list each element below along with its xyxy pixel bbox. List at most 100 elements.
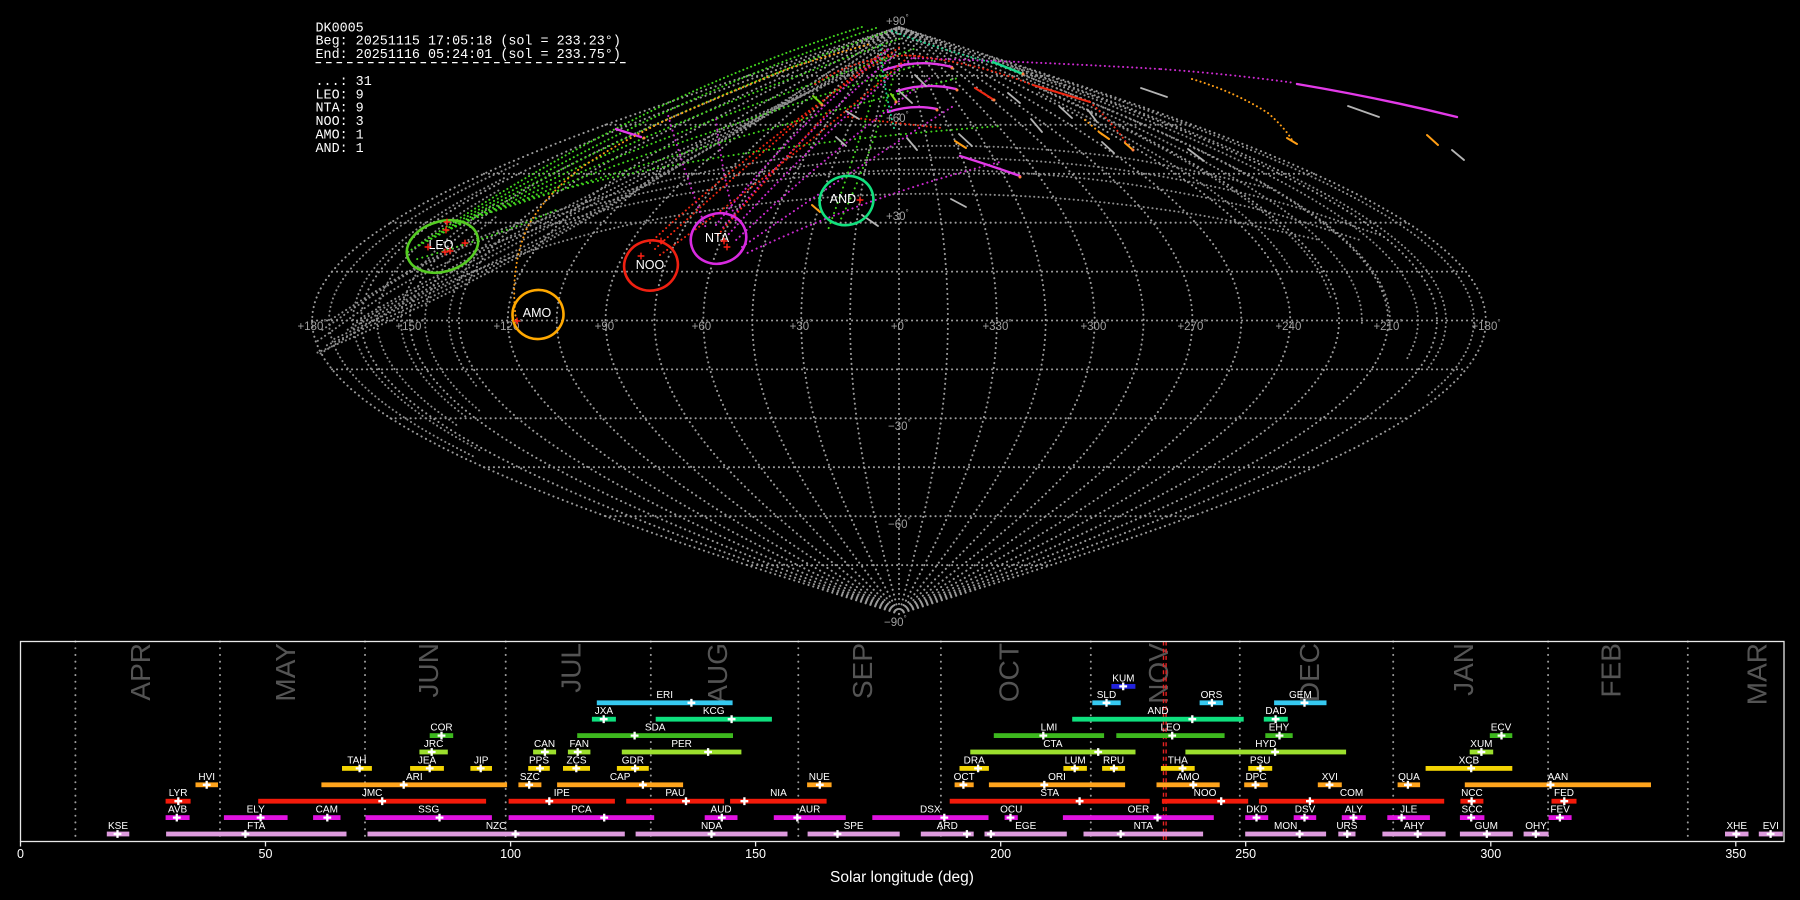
svg-text:+90°: +90°: [595, 318, 618, 333]
svg-text:AAN: AAN: [1548, 772, 1569, 783]
svg-text:APR: APR: [125, 643, 156, 701]
svg-text:NZC: NZC: [486, 821, 507, 832]
svg-text:SCC: SCC: [1462, 805, 1483, 816]
svg-text:COR: COR: [430, 723, 452, 734]
svg-text:STA: STA: [1040, 788, 1059, 799]
svg-text:+300°: +300°: [1080, 318, 1109, 333]
svg-text:LMI: LMI: [1041, 723, 1058, 734]
svg-text:Solar longitude (deg): Solar longitude (deg): [830, 869, 974, 886]
svg-text:PPS: PPS: [529, 755, 549, 766]
svg-text:TAH: TAH: [347, 755, 366, 766]
svg-text:JUN: JUN: [413, 643, 444, 697]
svg-text:NOO: NOO: [1194, 788, 1217, 799]
svg-text:DPC: DPC: [1245, 772, 1266, 783]
svg-text:ELY: ELY: [247, 805, 265, 816]
svg-text:+30°: +30°: [790, 318, 813, 333]
svg-text:ERI: ERI: [656, 690, 673, 701]
svg-text:CAN: CAN: [534, 739, 555, 750]
svg-text:IPE: IPE: [554, 788, 570, 799]
svg-text:COM: COM: [1340, 788, 1363, 799]
svg-text:OCT: OCT: [993, 643, 1024, 702]
svg-text:AMO: AMO: [1177, 772, 1200, 783]
svg-text:GDR: GDR: [622, 755, 644, 766]
svg-text:DSV: DSV: [1295, 805, 1316, 816]
svg-text:ALY: ALY: [1345, 805, 1363, 816]
svg-text:AUG: AUG: [702, 643, 733, 704]
svg-text:OCT: OCT: [954, 772, 975, 783]
svg-text:MAR: MAR: [1742, 643, 1773, 705]
svg-text:AND: AND: [1147, 706, 1168, 717]
svg-text:KSE: KSE: [108, 821, 128, 832]
svg-text:+90°: +90°: [886, 13, 909, 28]
svg-text:End: 20251116 05:24:01 (sol =: End: 20251116 05:24:01 (sol = 233.75°): [316, 48, 621, 63]
svg-text:GUM: GUM: [1475, 821, 1498, 832]
svg-text:AUD: AUD: [711, 805, 732, 816]
svg-text:URS: URS: [1336, 821, 1357, 832]
svg-text:SLD: SLD: [1097, 690, 1116, 701]
svg-text:FED: FED: [1554, 788, 1574, 799]
svg-text:RPU: RPU: [1103, 755, 1124, 766]
svg-text:JXA: JXA: [595, 706, 614, 717]
svg-text:JMC: JMC: [362, 788, 383, 799]
svg-text:CTA: CTA: [1043, 739, 1063, 750]
svg-text:NOV: NOV: [1143, 643, 1174, 704]
svg-text:+210°: +210°: [1373, 318, 1402, 333]
svg-text:FTA: FTA: [247, 821, 265, 832]
svg-text:ORS: ORS: [1201, 690, 1223, 701]
svg-text:SZC: SZC: [520, 772, 540, 783]
svg-text:NCC: NCC: [1461, 788, 1483, 799]
svg-text:300: 300: [1480, 847, 1501, 861]
svg-text:+270°: +270°: [1177, 318, 1206, 333]
svg-text:XHE: XHE: [1727, 821, 1748, 832]
svg-text:XUM: XUM: [1470, 739, 1492, 750]
svg-text:JUL: JUL: [556, 643, 587, 693]
svg-text:JLE: JLE: [1400, 805, 1418, 816]
svg-text:LEO: LEO: [1160, 723, 1180, 734]
svg-text:DKD: DKD: [1246, 805, 1267, 816]
svg-text:NTA: NTA: [705, 231, 730, 245]
svg-text:FAN: FAN: [569, 739, 588, 750]
svg-text:PER: PER: [671, 739, 692, 750]
svg-text:ECV: ECV: [1491, 723, 1512, 734]
svg-text:OCU: OCU: [1000, 805, 1022, 816]
svg-text:+30°: +30°: [886, 208, 909, 223]
svg-text:EGE: EGE: [1015, 821, 1036, 832]
svg-text:+240°: +240°: [1275, 318, 1304, 333]
svg-text:OER: OER: [1128, 805, 1150, 816]
svg-text:AMO: AMO: [523, 306, 552, 320]
svg-text:QUA: QUA: [1398, 772, 1420, 783]
svg-text:PSU: PSU: [1250, 755, 1271, 766]
svg-text:SSG: SSG: [418, 805, 439, 816]
svg-text:ZCS: ZCS: [567, 755, 587, 766]
svg-text:FEB: FEB: [1595, 643, 1626, 697]
svg-text:AVB: AVB: [168, 805, 188, 816]
svg-text:KCG: KCG: [703, 706, 725, 717]
svg-text:ARI: ARI: [406, 772, 423, 783]
svg-text:LYR: LYR: [169, 788, 188, 799]
svg-text:DSX: DSX: [920, 805, 941, 816]
svg-text:NUE: NUE: [809, 772, 830, 783]
svg-text:THA: THA: [1168, 755, 1188, 766]
svg-text:AUR: AUR: [799, 805, 820, 816]
svg-text:OHY: OHY: [1525, 821, 1547, 832]
svg-text:CAP: CAP: [610, 772, 631, 783]
svg-text:−60°: −60°: [888, 516, 911, 531]
svg-text:MAY: MAY: [270, 643, 301, 702]
svg-text:AND: 1: AND: 1: [316, 142, 364, 157]
svg-text:AND: AND: [830, 192, 856, 206]
svg-text:200: 200: [990, 847, 1011, 861]
svg-text:PAU: PAU: [665, 788, 685, 799]
svg-text:DAD: DAD: [1265, 706, 1286, 717]
svg-text:GEM: GEM: [1289, 690, 1312, 701]
svg-text:EVI: EVI: [1763, 821, 1779, 832]
svg-text:CAM: CAM: [316, 805, 338, 816]
svg-text:FEV: FEV: [1550, 805, 1570, 816]
svg-text:DRA: DRA: [964, 755, 985, 766]
svg-text:HVI: HVI: [198, 772, 215, 783]
svg-text:KUM: KUM: [1112, 673, 1134, 684]
svg-text:0: 0: [17, 847, 24, 861]
svg-text:ARD: ARD: [937, 821, 958, 832]
svg-text:JRC: JRC: [424, 739, 443, 750]
svg-text:JIP: JIP: [474, 755, 489, 766]
svg-text:150: 150: [745, 847, 766, 861]
